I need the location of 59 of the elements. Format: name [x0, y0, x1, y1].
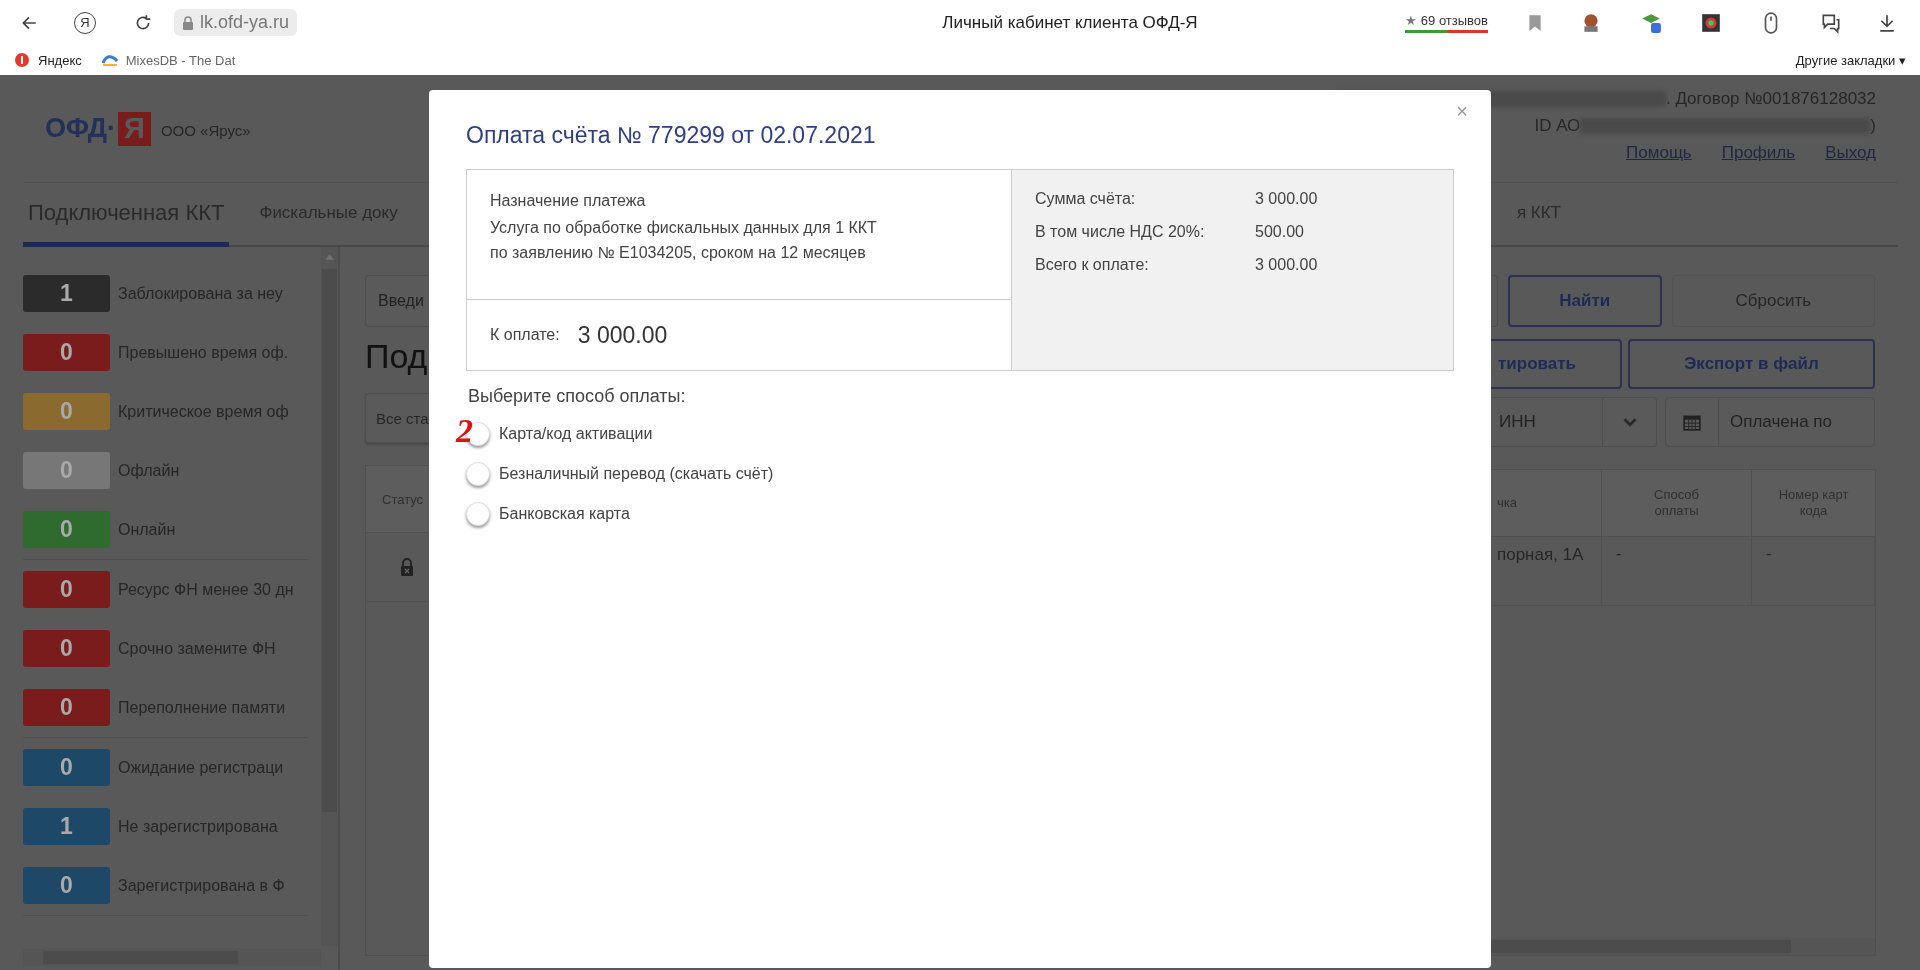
- download-icon[interactable]: [1878, 13, 1896, 32]
- status-count-badge[interactable]: 1: [23, 808, 110, 845]
- status-count-badge[interactable]: 0: [23, 630, 110, 667]
- payment-method-label[interactable]: Карта/код активации: [499, 425, 653, 443]
- bookmark-link[interactable]: Яндекс: [14, 52, 82, 68]
- action-button[interactable]: Экспорт в файл: [1628, 339, 1875, 389]
- annotation-number: 2: [456, 414, 473, 448]
- status-count-badge[interactable]: 0: [23, 571, 110, 608]
- search-field[interactable]: Введи: [365, 275, 429, 327]
- status-count-badge[interactable]: 0: [23, 867, 110, 904]
- date-field[interactable]: Оплачена по: [1665, 397, 1875, 447]
- table-cell: -: [1602, 537, 1752, 605]
- status-count-badge[interactable]: 0: [23, 393, 110, 430]
- payment-method-prompt: Выберите способ оплаты:: [468, 386, 687, 408]
- status-count-badge[interactable]: 0: [23, 334, 110, 371]
- summary-label: Сумма счёта:: [1035, 190, 1137, 209]
- page-heading: Под: [365, 337, 425, 377]
- header-link[interactable]: Профиль: [1721, 142, 1796, 163]
- status-count-badge[interactable]: 1: [23, 275, 110, 312]
- status-count-badge[interactable]: 0: [23, 749, 110, 786]
- reload-icon[interactable]: [134, 13, 152, 32]
- reviews-link[interactable]: ★ 69 отзывов: [1405, 12, 1488, 33]
- bookmark-icon[interactable]: [1528, 13, 1542, 32]
- dialog-title: Оплата счёта № 779299 от 02.07.2021: [466, 122, 876, 149]
- address-bar[interactable]: lk.ofd-ya.ru: [174, 9, 298, 36]
- status-count-badge[interactable]: 0: [23, 689, 110, 726]
- summary-value: 500.00: [1255, 223, 1304, 242]
- action-button[interactable]: тировать: [1491, 339, 1622, 389]
- bookmark-link[interactable]: MixesDB - The Dat: [101, 52, 236, 68]
- summary-label: В том числе НДС 20%:: [1035, 223, 1206, 242]
- radio-button[interactable]: [466, 502, 490, 526]
- header-link[interactable]: Помощь: [1626, 142, 1692, 163]
- purpose-text: Услуга по обработке фискальных данных для 1 ККТ по заявлению № Е1034205, сроком на 12 месяцев: [490, 218, 878, 263]
- due-label: К оплате:: [490, 326, 560, 344]
- summary-label: Всего к оплате:: [1035, 256, 1150, 275]
- purpose-label: Назначение платежа: [490, 191, 647, 211]
- chat-icon[interactable]: [1820, 11, 1842, 34]
- header-link[interactable]: Выход: [1825, 142, 1876, 163]
- summary-value: 3 000.00: [1255, 190, 1318, 209]
- close-button[interactable]: ×: [1456, 100, 1468, 123]
- status-count-badge[interactable]: 0: [23, 511, 110, 548]
- payment-method-label[interactable]: Банковская карта: [499, 505, 630, 523]
- due-amount: 3 000.00: [577, 321, 668, 349]
- radio-button[interactable]: [466, 462, 490, 486]
- summary-value: 3 000.00: [1255, 256, 1318, 275]
- filter-button[interactable]: Найти: [1507, 275, 1662, 327]
- inn-select[interactable]: ИНН: [1491, 397, 1657, 447]
- extension-icon[interactable]: [1700, 11, 1722, 34]
- logo: ОФД· Я: [45, 111, 151, 146]
- vertical-scrollbar[interactable]: [321, 247, 338, 946]
- payment-method-label[interactable]: Безналичный перевод (скачать счёт): [499, 465, 774, 483]
- wave-icon: [101, 53, 118, 67]
- page-title: Личный кабинет клиента ОФД-Я: [941, 12, 1199, 33]
- account-bracket: ): [1870, 115, 1876, 136]
- other-bookmarks-button[interactable]: Другие закладки ▾: [1795, 52, 1906, 68]
- horizontal-scrollbar[interactable]: [1491, 938, 1875, 955]
- calendar-icon: [1683, 413, 1701, 431]
- chevron-down-icon: [1621, 416, 1638, 428]
- table-cell: -: [1752, 537, 1875, 605]
